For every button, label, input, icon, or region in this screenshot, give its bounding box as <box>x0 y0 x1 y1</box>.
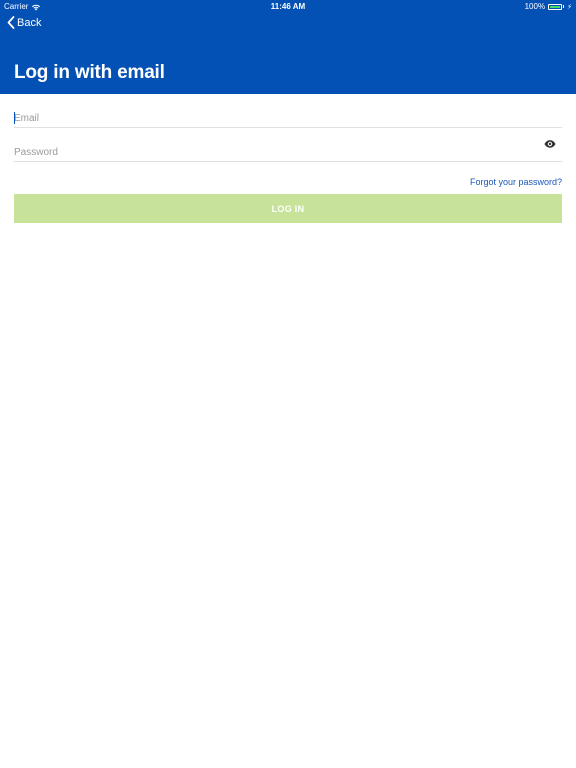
password-field <box>14 128 562 162</box>
login-button[interactable]: LOG IN <box>14 194 562 223</box>
battery-icon <box>548 3 563 10</box>
back-button[interactable]: Back <box>7 16 41 29</box>
battery-percent: 100% <box>524 2 546 11</box>
email-input[interactable] <box>14 111 534 125</box>
bolt-icon: ⚡ <box>567 3 572 11</box>
battery-cap <box>563 5 565 8</box>
header: Carrier 11:46 AM 100% ⚡ Back Log in with… <box>0 0 576 94</box>
chevron-left-icon <box>7 16 15 29</box>
email-field <box>14 94 562 128</box>
forgot-password-link[interactable]: Forgot your password? <box>470 177 562 187</box>
status-right: 100% ⚡ <box>525 2 572 11</box>
back-label: Back <box>17 16 42 29</box>
text-cursor <box>14 112 15 124</box>
login-form: Forgot your password? LOG IN <box>14 94 562 223</box>
page-title: Log in with email <box>14 62 165 83</box>
eye-icon[interactable] <box>544 140 556 148</box>
status-time: 11:46 AM <box>270 2 306 11</box>
status-bar: Carrier 11:46 AM 100% ⚡ <box>0 0 576 12</box>
password-input[interactable] <box>14 145 534 159</box>
battery-fill <box>550 5 561 8</box>
